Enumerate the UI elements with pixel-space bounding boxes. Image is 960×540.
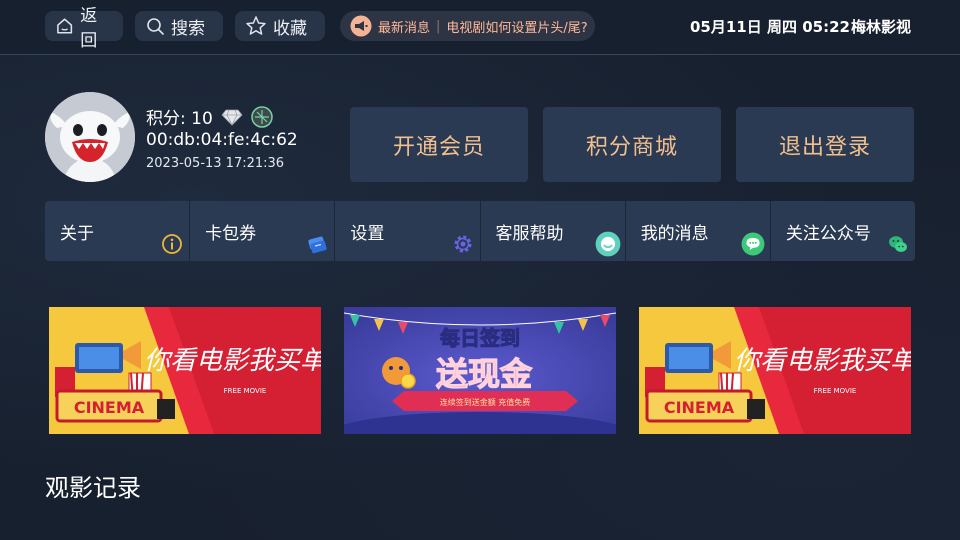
news-text: 电视剧如何设置片头/尾? — [446, 20, 588, 36]
cinema-slogan-text: 你看电影我买单 — [144, 346, 321, 376]
menu-item-support[interactable]: 客服帮助 — [480, 201, 626, 261]
menu-item-label: 我的消息 — [640, 224, 709, 244]
menu-item-label: 设置 — [350, 224, 385, 244]
diamond-icon — [221, 109, 243, 126]
menu-item-messages[interactable]: 我的消息 — [625, 201, 771, 261]
banner-cinema-2[interactable]: CINEMA 你看电影我买单 FREE MOVIE — [639, 307, 911, 434]
vip-button[interactable]: 开通会员 — [350, 107, 528, 182]
cinema-sign-text: CINEMA — [664, 398, 735, 417]
home-icon — [57, 18, 73, 34]
back-button[interactable]: 返回 — [45, 6, 123, 51]
menu-item-settings[interactable]: 设置 — [335, 201, 481, 261]
menu-item-label: 关注公众号 — [785, 224, 871, 244]
favorites-label: 收藏 — [273, 18, 307, 39]
vip-badge-icon — [251, 105, 273, 128]
cinema-banner-graphic: CINEMA 你看电影我买单 FREE MOVIE — [639, 307, 911, 434]
news-divider: | — [436, 18, 441, 34]
brand-name: 梅林影视 — [851, 18, 912, 36]
search-button[interactable]: 搜索 — [135, 11, 223, 41]
message-icon — [741, 232, 765, 256]
megaphone-icon — [350, 15, 372, 37]
menu-item-label: 客服帮助 — [495, 224, 564, 244]
cinema-sign-text: CINEMA — [74, 398, 145, 417]
menu-row: 关于 卡包券 设置 客服帮助 我的消息 关注公众号 — [45, 201, 916, 261]
menu-item-coupons[interactable]: 卡包券 — [190, 201, 336, 261]
checkin-main-text: 送现金 — [436, 355, 533, 393]
checkin-banner-graphic: 每日签到 送现金 连续签到送金额 充值免费 — [344, 307, 616, 434]
cinema-sub-text: FREE MOVIE — [814, 387, 857, 395]
watch-history-title: 观影记录 — [45, 474, 141, 502]
cinema-slogan-text: 你看电影我买单 — [734, 346, 911, 376]
wechat-icon — [889, 236, 908, 252]
menu-item-wechat[interactable]: 关注公众号 — [770, 201, 916, 261]
top-bar: 返回 搜索 收藏 最新消息 | 电视剧如何设置片头/尾? 05月11日 周四 0… — [0, 0, 960, 55]
mascot-avatar-icon — [45, 92, 135, 182]
banner-cinema-1[interactable]: CINEMA 你看电影我买单 FREE MOVIE — [49, 307, 321, 434]
menu-item-about[interactable]: 关于 — [45, 201, 191, 261]
menu-item-label: 卡包券 — [205, 224, 257, 244]
datetime: 05月11日 周四 05:22 — [690, 18, 850, 36]
search-label: 搜索 — [171, 18, 205, 39]
points-label: 积分: 10 — [146, 109, 213, 129]
avatar[interactable] — [45, 92, 135, 182]
back-label: 返回 — [80, 6, 98, 51]
info-icon — [162, 234, 183, 254]
gear-icon — [454, 235, 472, 253]
cinema-sub-text: FREE MOVIE — [224, 387, 267, 395]
points-shop-button[interactable]: 积分商城 — [543, 107, 721, 182]
checkin-ribbon-text: 连续签到送金额 充值免费 — [440, 397, 531, 407]
news-ticker[interactable]: 最新消息 | 电视剧如何设置片头/尾? — [340, 11, 595, 41]
checkin-title-text: 每日签到 — [440, 326, 520, 350]
menu-item-label: 关于 — [60, 224, 94, 244]
mac-address: 00:db:04:fe:4c:62 — [146, 130, 298, 150]
coupon-icon — [308, 236, 327, 254]
cinema-banner-graphic: CINEMA 你看电影我买单 FREE MOVIE — [49, 307, 321, 434]
news-tag: 最新消息 — [378, 20, 431, 36]
favorites-button[interactable]: 收藏 — [235, 11, 325, 41]
points-row: 积分: 10 — [146, 104, 273, 129]
register-date: 2023-05-13 17:21:36 — [146, 156, 285, 171]
star-icon — [246, 16, 266, 35]
support-icon — [595, 231, 621, 257]
banner-daily-checkin[interactable]: 每日签到 送现金 连续签到送金额 充值免费 — [344, 307, 616, 434]
logout-button[interactable]: 退出登录 — [736, 107, 914, 182]
search-icon — [147, 18, 164, 35]
